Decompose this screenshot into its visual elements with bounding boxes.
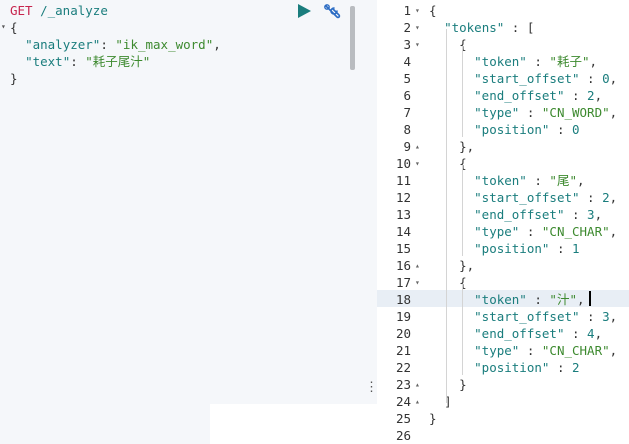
line-number: 2 bbox=[403, 20, 411, 35]
token-value: "耗子" bbox=[549, 54, 590, 69]
line-number: 26 bbox=[395, 428, 411, 443]
fold-collapse-icon[interactable]: ▾ bbox=[415, 155, 423, 172]
line-number: 22 bbox=[395, 360, 411, 375]
end-offset-value: 3 bbox=[587, 207, 595, 222]
response-line: "token" : "耗子", bbox=[474, 54, 598, 69]
analyzer-value: "ik_max_word" bbox=[115, 37, 214, 52]
response-line: "position" : 1 bbox=[474, 241, 580, 256]
indent-guide bbox=[446, 29, 447, 403]
indent-guide bbox=[462, 46, 463, 137]
request-body-line-analyzer: "analyzer": "ik_max_word", bbox=[25, 37, 221, 52]
response-line: "start_offset" : 0, bbox=[474, 71, 618, 86]
start-offset-value: 2 bbox=[602, 190, 610, 205]
response-line: { bbox=[459, 37, 467, 52]
response-line: "end_offset" : 2, bbox=[474, 88, 603, 103]
response-line: }, bbox=[459, 139, 475, 154]
line-number: 18 bbox=[395, 292, 411, 307]
request-body-close: } bbox=[10, 71, 18, 86]
response-line: } bbox=[459, 377, 467, 392]
response-line: "type" : "CN_CHAR", bbox=[474, 343, 618, 358]
fold-expand-icon[interactable]: ▴ bbox=[415, 138, 423, 155]
request-path: /_analyze bbox=[40, 3, 108, 18]
response-line: "start_offset" : 2, bbox=[474, 190, 618, 205]
text-key: "text" bbox=[25, 54, 71, 69]
line-number: 4 bbox=[403, 54, 411, 69]
response-line: "start_offset" : 3, bbox=[474, 309, 618, 324]
line-number: 6 bbox=[403, 88, 411, 103]
response-line: { bbox=[459, 156, 467, 171]
request-line[interactable]: GET /_analyze bbox=[10, 2, 108, 19]
line-number: 12 bbox=[395, 190, 411, 205]
request-body-line-text: "text": "耗子尾汁" bbox=[25, 54, 151, 69]
line-number: 25 bbox=[395, 411, 411, 426]
response-line: "token" : "汁", bbox=[474, 292, 585, 307]
line-number: 17 bbox=[395, 275, 411, 290]
indent-guide bbox=[462, 165, 463, 256]
line-number: 20 bbox=[395, 326, 411, 341]
analyzer-key: "analyzer" bbox=[25, 37, 101, 52]
line-number: 13 bbox=[395, 207, 411, 222]
line-number: 11 bbox=[395, 173, 411, 188]
line-number: 8 bbox=[403, 122, 411, 137]
fold-toggle-icon[interactable]: ▾ bbox=[1, 22, 6, 31]
line-number: 16 bbox=[395, 258, 411, 273]
line-number: 3 bbox=[403, 37, 411, 52]
line-number: 19 bbox=[395, 309, 411, 324]
end-offset-value: 2 bbox=[587, 88, 595, 103]
text-value: "耗子尾汁" bbox=[85, 54, 151, 69]
token-value: "汁" bbox=[549, 292, 577, 307]
response-line: "end_offset" : 4, bbox=[474, 326, 603, 341]
request-body-open: { bbox=[10, 20, 18, 35]
response-line: { bbox=[429, 3, 437, 18]
request-editor-footer bbox=[0, 404, 210, 444]
type-value: "CN_CHAR" bbox=[541, 224, 610, 239]
response-line: "tokens" : [ bbox=[444, 20, 535, 35]
fold-collapse-icon[interactable]: ▾ bbox=[415, 36, 423, 53]
line-number: 14 bbox=[395, 224, 411, 239]
response-line: ] bbox=[444, 394, 452, 409]
fold-expand-icon[interactable]: ▴ bbox=[415, 393, 423, 410]
line-number: 5 bbox=[403, 71, 411, 86]
line-number: 21 bbox=[395, 343, 411, 358]
start-offset-value: 0 bbox=[602, 71, 610, 86]
response-line: "position" : 0 bbox=[474, 122, 580, 137]
response-line: "type" : "CN_CHAR", bbox=[474, 224, 618, 239]
play-icon[interactable] bbox=[296, 2, 312, 20]
indent-guide bbox=[462, 284, 463, 375]
fold-expand-icon[interactable]: ▴ bbox=[415, 257, 423, 274]
line-number: 1 bbox=[403, 3, 411, 18]
line-number: 10 bbox=[395, 156, 411, 171]
token-value: "尾" bbox=[549, 173, 577, 188]
response-line: "type" : "CN_WORD", bbox=[474, 105, 618, 120]
wrench-icon[interactable] bbox=[322, 2, 342, 22]
position-value: 1 bbox=[572, 241, 580, 256]
line-number: 7 bbox=[403, 105, 411, 120]
fold-expand-icon[interactable]: ▴ bbox=[415, 376, 423, 393]
tokens-key: "tokens" bbox=[444, 20, 505, 35]
line-number: 24 bbox=[395, 394, 411, 409]
fold-collapse-icon[interactable]: ▾ bbox=[415, 274, 423, 291]
request-scrollbar[interactable] bbox=[350, 6, 355, 70]
response-line: } bbox=[429, 411, 437, 426]
line-number: 9 bbox=[403, 139, 411, 154]
fold-collapse-icon[interactable]: ▾ bbox=[415, 2, 423, 19]
response-line: "position" : 2 bbox=[474, 360, 580, 375]
fold-collapse-icon[interactable]: ▾ bbox=[415, 19, 423, 36]
response-line: }, bbox=[459, 258, 475, 273]
start-offset-value: 3 bbox=[602, 309, 610, 324]
response-line: "token" : "尾", bbox=[474, 173, 585, 188]
response-line: "end_offset" : 3, bbox=[474, 207, 603, 222]
line-number: 23 bbox=[395, 377, 411, 392]
position-value: 2 bbox=[572, 360, 580, 375]
end-offset-value: 4 bbox=[587, 326, 595, 341]
type-value: "CN_WORD" bbox=[541, 105, 610, 120]
line-number: 15 bbox=[395, 241, 411, 256]
type-value: "CN_CHAR" bbox=[541, 343, 610, 358]
request-method: GET bbox=[10, 3, 33, 18]
position-value: 0 bbox=[572, 122, 580, 137]
text-cursor bbox=[589, 291, 591, 306]
editor-divider[interactable] bbox=[361, 0, 377, 404]
response-line: { bbox=[459, 275, 467, 290]
